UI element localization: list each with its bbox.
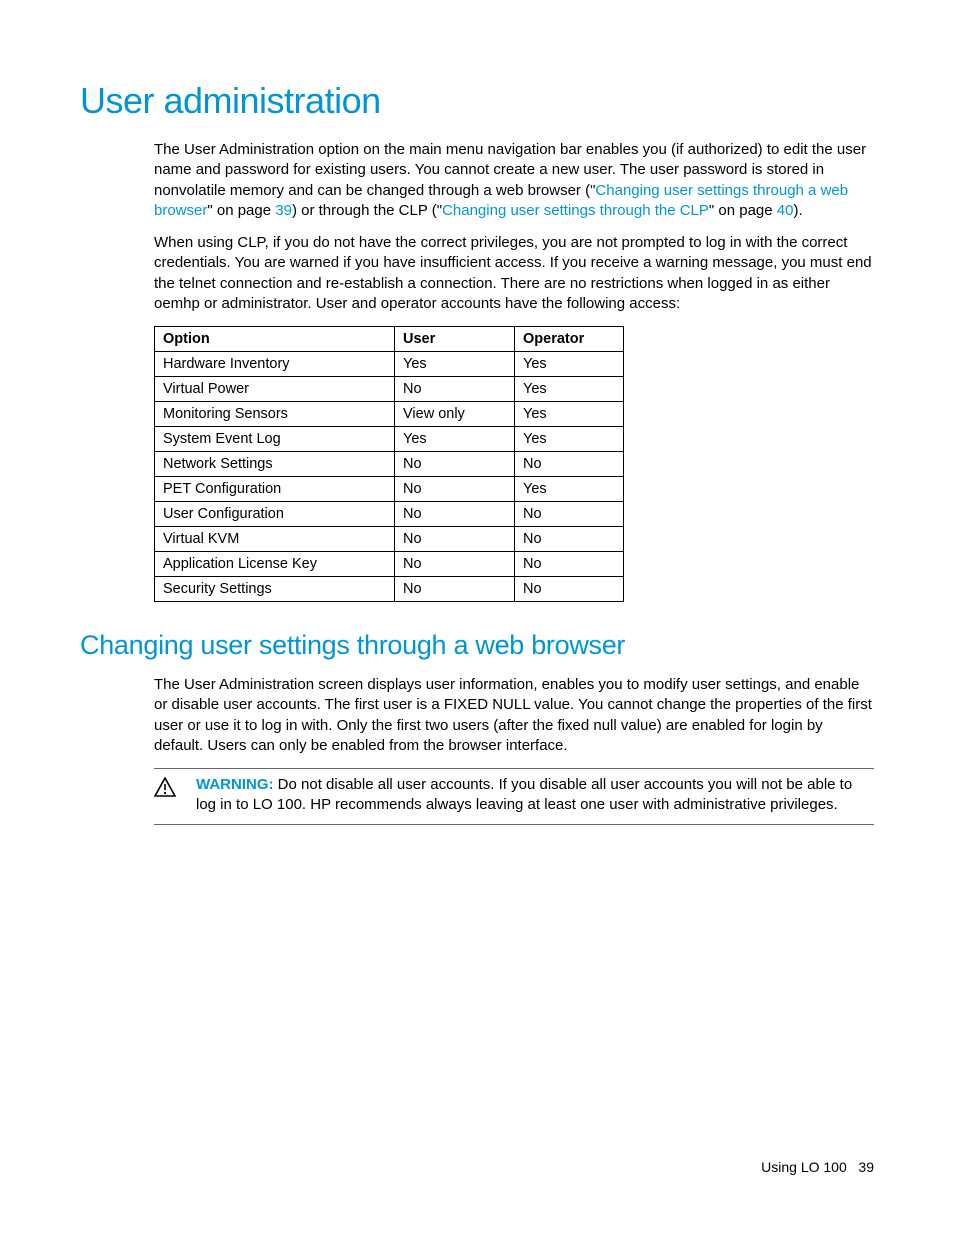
table-row: User ConfigurationNoNo	[155, 502, 624, 527]
table-row: PET ConfigurationNoYes	[155, 477, 624, 502]
table-cell: No	[395, 552, 515, 577]
table-cell: Monitoring Sensors	[155, 402, 395, 427]
page-ref-39[interactable]: 39	[275, 202, 292, 219]
page: User administration The User Administrat…	[0, 0, 954, 825]
table-cell: Yes	[395, 427, 515, 452]
footer-section: Using LO 100	[761, 1159, 847, 1175]
table-cell: System Event Log	[155, 427, 395, 452]
table-cell: Application License Key	[155, 552, 395, 577]
page-ref-40[interactable]: 40	[777, 202, 794, 219]
warning-text-container: WARNING: Do not disable all user account…	[196, 775, 874, 816]
table-cell: Virtual Power	[155, 377, 395, 402]
table-row: Monitoring SensorsView onlyYes	[155, 402, 624, 427]
table-header-row: Option User Operator	[155, 327, 624, 352]
page-footer: Using LO 100 39	[761, 1159, 874, 1175]
table-cell: Virtual KVM	[155, 527, 395, 552]
table-cell: Yes	[515, 402, 624, 427]
table-cell: PET Configuration	[155, 477, 395, 502]
table-cell: Yes	[395, 352, 515, 377]
text: ).	[793, 202, 802, 219]
table-cell: No	[515, 577, 624, 602]
clp-paragraph: When using CLP, if you do not have the c…	[154, 233, 874, 314]
table-cell: Hardware Inventory	[155, 352, 395, 377]
heading-user-administration: User administration	[80, 80, 874, 122]
table-cell: No	[395, 502, 515, 527]
link-clp[interactable]: Changing user settings through the CLP	[442, 202, 709, 219]
table-cell: View only	[395, 402, 515, 427]
table-cell: No	[515, 452, 624, 477]
intro-paragraph: The User Administration option on the ma…	[154, 140, 874, 221]
table-cell: Network Settings	[155, 452, 395, 477]
table-cell: Yes	[515, 377, 624, 402]
table-row: Security SettingsNoNo	[155, 577, 624, 602]
web-browser-paragraph: The User Administration screen displays …	[154, 675, 874, 756]
table-row: System Event LogYesYes	[155, 427, 624, 452]
text: " on page	[207, 202, 275, 219]
table-cell: No	[395, 527, 515, 552]
table-row: Application License KeyNoNo	[155, 552, 624, 577]
table-cell: User Configuration	[155, 502, 395, 527]
warning-block: WARNING: Do not disable all user account…	[154, 768, 874, 825]
table-cell: No	[515, 527, 624, 552]
col-user: User	[395, 327, 515, 352]
table-row: Hardware InventoryYesYes	[155, 352, 624, 377]
table-cell: Security Settings	[155, 577, 395, 602]
table-row: Virtual KVMNoNo	[155, 527, 624, 552]
footer-page-number: 39	[858, 1159, 874, 1175]
table-cell: Yes	[515, 352, 624, 377]
heading-web-browser: Changing user settings through a web bro…	[80, 630, 874, 661]
warning-icon	[154, 775, 176, 816]
warning-label: WARNING:	[196, 776, 274, 793]
table-cell: No	[515, 502, 624, 527]
table-body: Hardware InventoryYesYesVirtual PowerNoY…	[155, 352, 624, 602]
table-row: Virtual PowerNoYes	[155, 377, 624, 402]
col-operator: Operator	[515, 327, 624, 352]
text: ) or through the CLP ("	[292, 202, 442, 219]
table-cell: Yes	[515, 477, 624, 502]
access-table: Option User Operator Hardware InventoryY…	[154, 326, 624, 602]
table-cell: Yes	[515, 427, 624, 452]
text: " on page	[709, 202, 777, 219]
table-cell: No	[395, 377, 515, 402]
warning-body: Do not disable all user accounts. If you…	[196, 776, 852, 813]
table-cell: No	[395, 477, 515, 502]
table-cell: No	[515, 552, 624, 577]
table-cell: No	[395, 452, 515, 477]
table-row: Network SettingsNoNo	[155, 452, 624, 477]
table-cell: No	[395, 577, 515, 602]
col-option: Option	[155, 327, 395, 352]
